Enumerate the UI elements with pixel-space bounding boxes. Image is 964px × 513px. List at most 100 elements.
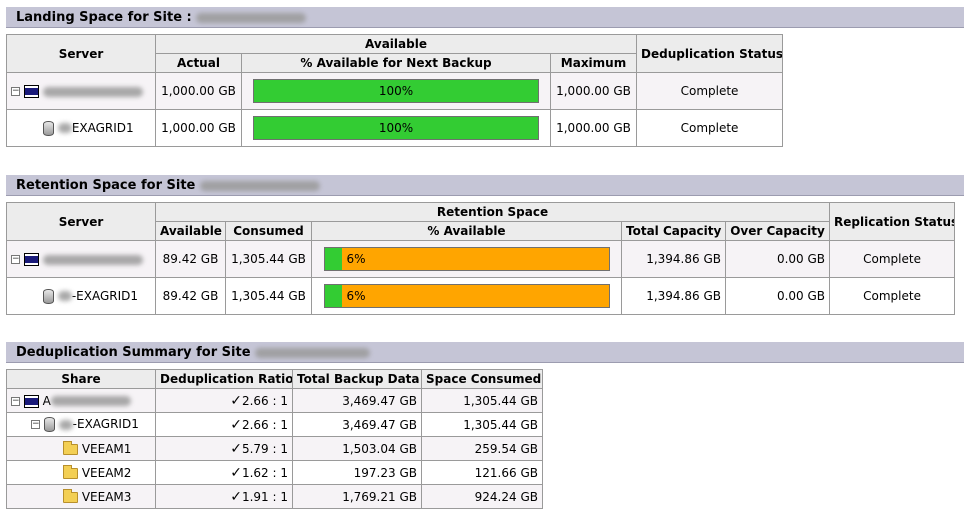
redacted-site-name	[196, 12, 307, 23]
share-name: A	[42, 393, 51, 408]
col-space-consumed: Space Consumed	[421, 369, 543, 389]
over-capacity-value: 0.00 GB	[724, 277, 831, 315]
retention-bar: 6%	[323, 284, 610, 308]
actual-value: 1,000.00 GB	[155, 109, 242, 147]
share-name: VEEAM2	[81, 465, 132, 480]
table-row: VEEAM2 ✓1.62 : 1 197.23 GB 121.66 GB	[6, 460, 543, 485]
actual-value: 1,000.00 GB	[155, 72, 242, 110]
ratio-value: 2.66 : 1	[241, 417, 288, 432]
space-consumed-value: 924.24 GB	[421, 484, 543, 509]
table-row: − 1,000.00 GB 100% 1,000.00 GB Complete	[6, 72, 784, 110]
col-over-capacity: Over Capacity	[724, 221, 831, 241]
ratio-value: 2.66 : 1	[241, 393, 288, 408]
bar-label: 6%	[346, 252, 366, 266]
bar-label: 6%	[346, 289, 366, 303]
minus-box-icon[interactable]: −	[11, 255, 20, 264]
redacted-site-name	[199, 180, 320, 191]
checkmark-icon: ✓	[230, 464, 242, 481]
bar-label: 100%	[378, 121, 414, 135]
pct-cell: 100%	[241, 109, 551, 147]
checkmark-icon: ✓	[230, 392, 242, 409]
minus-box-icon[interactable]: −	[31, 420, 40, 429]
pct-cell: 6%	[311, 240, 622, 278]
status-value: Complete	[636, 72, 784, 110]
col-server: Server	[6, 202, 156, 241]
col-total-backup-data: Total Backup Data	[292, 369, 422, 389]
ratio-cell: ✓1.91 : 1	[155, 484, 293, 509]
space-consumed-value: 259.54 GB	[421, 436, 543, 461]
total-capacity-value: 1,394.86 GB	[621, 240, 726, 278]
landing-space-table: Server Available Deduplication Status Ac…	[6, 34, 784, 147]
available-value: 89.42 GB	[155, 277, 226, 315]
share-cell: − A	[6, 388, 156, 413]
landing-space-header: Landing Space for Site :	[6, 7, 964, 28]
available-value: 89.42 GB	[155, 240, 226, 278]
share-cell: VEEAM1	[6, 436, 156, 461]
folder-icon	[63, 488, 78, 503]
dedup-summary-table: Share Deduplication Ratio Total Backup D…	[6, 369, 543, 509]
ratio-value: 1.91 : 1	[241, 489, 288, 504]
server-icon	[23, 85, 39, 98]
database-icon	[43, 417, 55, 432]
database-icon	[43, 288, 54, 304]
minus-box-icon[interactable]: −	[11, 87, 20, 96]
server-name: -EXAGRID1	[71, 288, 139, 303]
table-row: -EXAGRID1 89.42 GB 1,305.44 GB 6% 1,394.…	[6, 277, 956, 315]
col-available-group: Available	[154, 34, 638, 54]
checkmark-icon: ✓	[230, 416, 242, 433]
redacted-server-name	[42, 254, 143, 265]
folder-icon	[63, 440, 78, 455]
col-pct-next-backup: % Available for Next Backup	[241, 53, 551, 73]
server-cell: EXAGRID1	[6, 109, 156, 147]
total-backup-value: 197.23 GB	[292, 460, 422, 485]
dedup-summary-title: Deduplication Summary for Site	[16, 345, 251, 360]
col-share: Share	[6, 369, 156, 389]
bar-fill-available	[324, 248, 342, 270]
space-consumed-value: 1,305.44 GB	[421, 388, 543, 413]
total-backup-value: 3,469.47 GB	[292, 412, 422, 437]
ratio-value: 5.79 : 1	[241, 441, 288, 456]
available-bar: 100%	[253, 116, 539, 140]
landing-space-title: Landing Space for Site :	[16, 10, 192, 25]
ratio-cell: ✓2.66 : 1	[155, 412, 293, 437]
table-row: − -EXAGRID1 ✓2.66 : 1 3,469.47 GB 1,305.…	[6, 412, 543, 437]
consumed-value: 1,305.44 GB	[225, 240, 312, 278]
status-value: Complete	[829, 240, 956, 278]
over-capacity-value: 0.00 GB	[724, 240, 831, 278]
col-replication-status: Replication Status	[829, 202, 956, 241]
server-cell: −	[6, 72, 156, 110]
consumed-value: 1,305.44 GB	[225, 277, 312, 315]
bar-label: 100%	[378, 84, 414, 98]
share-name: VEEAM1	[81, 441, 132, 456]
available-bar: 100%	[253, 79, 539, 103]
share-cell: VEEAM2	[6, 460, 156, 485]
space-consumed-value: 1,305.44 GB	[421, 412, 543, 437]
status-value: Complete	[636, 109, 784, 147]
retention-space-header: Retention Space for Site	[6, 175, 964, 196]
share-name: VEEAM3	[81, 489, 132, 504]
share-cell: − -EXAGRID1	[6, 412, 156, 437]
space-consumed-value: 121.66 GB	[421, 460, 543, 485]
folder-icon	[63, 464, 78, 479]
pct-cell: 6%	[311, 277, 622, 315]
maximum-value: 1,000.00 GB	[549, 109, 638, 147]
server-icon	[23, 253, 39, 266]
minus-box-icon[interactable]: −	[11, 396, 20, 406]
col-maximum: Maximum	[549, 53, 638, 73]
redacted-site-name	[255, 347, 371, 358]
server-name: EXAGRID1	[71, 120, 134, 135]
maximum-value: 1,000.00 GB	[549, 72, 638, 110]
table-row: EXAGRID1 1,000.00 GB 100% 1,000.00 GB Co…	[6, 109, 784, 147]
ratio-value: 1.62 : 1	[241, 465, 288, 480]
col-actual: Actual	[155, 53, 242, 73]
col-retention-space-group: Retention Space	[154, 202, 831, 222]
checkmark-icon: ✓	[230, 488, 242, 505]
share-name: -EXAGRID1	[72, 417, 139, 431]
col-dedup-ratio: Deduplication Ratio	[155, 369, 293, 389]
retention-space-table: Server Retention Space Replication Statu…	[6, 202, 956, 315]
server-cell: -EXAGRID1	[6, 277, 156, 315]
total-capacity-value: 1,394.86 GB	[621, 277, 726, 315]
col-total-capacity: Total Capacity	[621, 221, 726, 241]
table-row: − A ✓2.66 : 1 3,469.47 GB 1,305.44 GB	[6, 388, 543, 413]
redacted-server-name	[50, 396, 131, 406]
